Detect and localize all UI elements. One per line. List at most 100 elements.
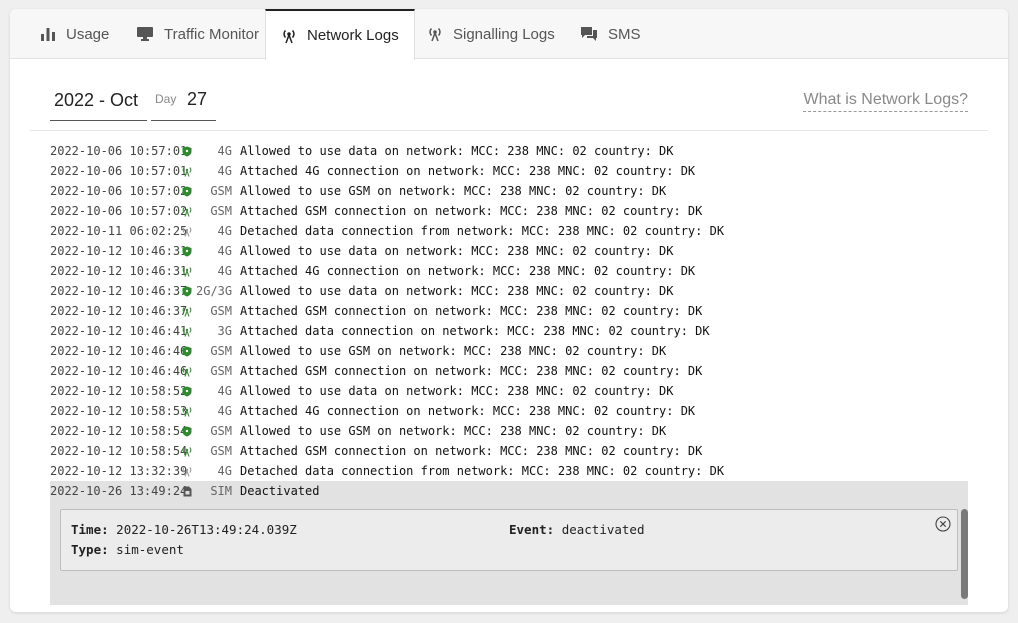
log-row[interactable]: 2022-10-12 10:58:54 GSM Attached GSM conne…	[50, 441, 968, 461]
log-message: Allowed to use GSM on network: MCC: 238 …	[240, 424, 667, 438]
shield-icon	[178, 186, 196, 197]
log-message: Attached data connection on network: MCC…	[240, 324, 710, 338]
antenna-green-icon	[178, 406, 196, 417]
log-row[interactable]: 2022-10-06 10:57:02 GSM Attached GSM conne…	[50, 201, 968, 221]
shield-icon	[178, 426, 196, 437]
log-timestamp: 2022-10-06 10:57:02	[50, 184, 188, 198]
log-row[interactable]: 2022-10-12 10:58:53 4G Attached 4G connect…	[50, 401, 968, 421]
log-network-type: 4G	[217, 164, 232, 178]
log-message: Attached 4G connection on network: MCC: …	[240, 264, 696, 278]
log-row[interactable]: 2022-10-12 10:46:37 GSM Attached GSM conne…	[50, 301, 968, 321]
tab-sms[interactable]: SMS	[565, 9, 656, 59]
log-network-type: 4G	[217, 224, 232, 238]
log-network-type: 4G	[217, 144, 232, 158]
log-row[interactable]: 2022-10-12 10:46:31 4G Allowed to use data…	[50, 241, 968, 261]
tab-usage[interactable]: Usage	[25, 9, 124, 59]
log-message: Attached GSM connection on network: MCC:…	[240, 444, 703, 458]
log-row[interactable]: 2022-10-06 10:57:01 4G Allowed to use data…	[50, 141, 968, 161]
log-timestamp: 2022-10-26 13:49:24	[50, 484, 188, 498]
log-message: Attached GSM connection on network: MCC:…	[240, 364, 703, 378]
log-timestamp: 2022-10-12 10:46:37	[50, 304, 188, 318]
antenna-green-icon	[178, 366, 196, 377]
log-row[interactable]: 2022-10-12 10:58:54 GSM Allowed to use GSM…	[50, 421, 968, 441]
log-row[interactable]: 2022-10-11 06:02:25 4G Detached data conne…	[50, 221, 968, 241]
detail-type: Type: sim-event	[71, 542, 184, 557]
detail-type-value: sim-event	[116, 542, 184, 557]
log-network-type: GSM	[210, 364, 232, 378]
log-timestamp: 2022-10-12 10:46:46	[50, 344, 188, 358]
antenna-icon	[281, 28, 297, 44]
log-row[interactable]: 2022-10-12 10:46:46 GSM Attached GSM conne…	[50, 361, 968, 381]
log-timestamp: 2022-10-12 10:46:31	[50, 264, 188, 278]
log-timestamp: 2022-10-12 10:58:52	[50, 384, 188, 398]
day-selector[interactable]: Day 27	[151, 89, 216, 121]
scrollbar[interactable]	[961, 509, 968, 599]
detail-time-key: Time:	[71, 522, 109, 537]
log-message: Attached 4G connection on network: MCC: …	[240, 164, 696, 178]
log-network-type: GSM	[210, 444, 232, 458]
tab-signalling-logs[interactable]: Signalling Logs	[412, 9, 570, 59]
tab-label: Traffic Monitor	[164, 25, 260, 43]
antenna-green-icon	[178, 326, 196, 337]
log-timestamp: 2022-10-12 10:58:54	[50, 424, 188, 438]
log-message: Detached data connection from network: M…	[240, 224, 725, 238]
tab-label: Network Logs	[307, 27, 399, 44]
log-row[interactable]: 2022-10-12 10:46:46 GSM Allowed to use GSM…	[50, 341, 968, 361]
log-message: Detached data connection from network: M…	[240, 464, 725, 478]
log-timestamp: 2022-10-06 10:57:02	[50, 204, 188, 218]
chat-icon	[580, 26, 598, 42]
tab-label: SMS	[608, 25, 641, 43]
shield-icon	[178, 246, 196, 257]
antenna-green-icon	[178, 306, 196, 317]
close-icon[interactable]	[935, 516, 951, 532]
log-network-type: GSM	[210, 304, 232, 318]
log-network-type: SIM	[210, 484, 232, 498]
tab-traffic-monitor[interactable]: Traffic Monitor	[121, 9, 274, 59]
antenna-gray-icon	[178, 226, 196, 237]
network-logs-panel: Usage Traffic Monitor Network Logs Signa…	[10, 9, 1008, 612]
log-timestamp: 2022-10-12 10:58:53	[50, 404, 188, 418]
log-message: Attached GSM connection on network: MCC:…	[240, 304, 703, 318]
log-network-type: 4G	[217, 264, 232, 278]
log-network-type: 2G/3G	[196, 284, 233, 298]
antenna-green-icon	[178, 166, 196, 177]
log-row[interactable]: 2022-10-12 10:46:37 2G/3G Allowed to use d…	[50, 281, 968, 301]
log-network-type: GSM	[210, 344, 232, 358]
log-network-type: 4G	[217, 464, 232, 478]
log-row[interactable]: 2022-10-12 10:58:52 4G Allowed to use data…	[50, 381, 968, 401]
help-link[interactable]: What is Network Logs?	[803, 91, 968, 112]
log-timestamp: 2022-10-12 10:46:41	[50, 324, 188, 338]
log-row[interactable]: 2022-10-12 10:46:41 3G Attached data conne…	[50, 321, 968, 341]
antenna-green-icon	[178, 206, 196, 217]
log-message: Attached 4G connection on network: MCC: …	[240, 404, 696, 418]
log-row[interactable]: 2022-10-06 10:57:01 4G Attached 4G connect…	[50, 161, 968, 181]
log-row-selected[interactable]: 2022-10-26 13:49:24 SIM Deactivated	[50, 481, 968, 501]
log-timestamp: 2022-10-11 06:02:25	[50, 224, 188, 238]
antenna-gray-icon	[178, 466, 196, 477]
log-row[interactable]: 2022-10-12 13:32:39 4G Detached data conne…	[50, 461, 968, 481]
detail-time: Time: 2022-10-26T13:49:24.039Z	[71, 522, 297, 537]
shield-icon	[178, 146, 196, 157]
log-message: Allowed to use GSM on network: MCC: 238 …	[240, 344, 667, 358]
log-timestamp: 2022-10-12 10:46:46	[50, 364, 188, 378]
antenna-green-icon	[178, 266, 196, 277]
log-detail-container: Time: 2022-10-26T13:49:24.039Z Type: sim-…	[50, 501, 968, 605]
tab-bar: Usage Traffic Monitor Network Logs Signa…	[10, 9, 1008, 60]
log-network-type: GSM	[210, 184, 232, 198]
log-timestamp: 2022-10-06 10:57:01	[50, 144, 188, 158]
day-label: Day	[155, 92, 177, 106]
tab-network-logs[interactable]: Network Logs	[265, 9, 415, 60]
log-message: Allowed to use data on network: MCC: 238…	[240, 284, 674, 298]
shield-icon	[178, 386, 196, 397]
bar-chart-icon	[40, 26, 56, 42]
log-row[interactable]: 2022-10-06 10:57:02 GSM Allowed to use GSM…	[50, 181, 968, 201]
month-selector[interactable]: 2022 - Oct	[50, 89, 147, 121]
log-row[interactable]: 2022-10-12 10:46:31 4G Attached 4G connect…	[50, 261, 968, 281]
sim-card-icon	[178, 486, 196, 497]
log-message: Allowed to use data on network: MCC: 238…	[240, 244, 674, 258]
antenna-icon	[427, 26, 443, 42]
log-network-type: GSM	[210, 424, 232, 438]
log-network-type: GSM	[210, 204, 232, 218]
tab-label: Usage	[66, 25, 110, 43]
shield-icon	[178, 346, 196, 357]
